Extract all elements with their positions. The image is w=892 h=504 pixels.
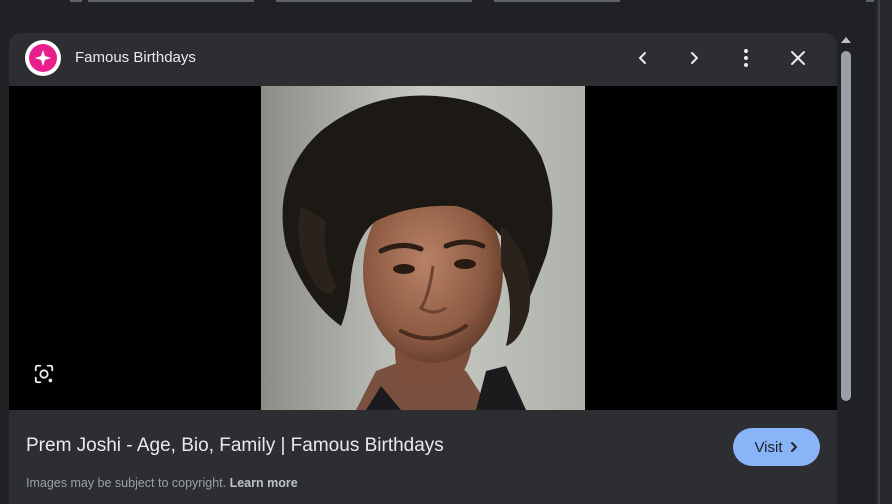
scrollbar-track: [878, 0, 880, 504]
chevron-left-icon: [639, 52, 646, 64]
chevron-right-icon: [789, 441, 799, 453]
close-icon: [791, 51, 805, 65]
google-lens-icon: [34, 364, 54, 384]
result-title[interactable]: Prem Joshi - Age, Bio, Family | Famous B…: [26, 435, 444, 457]
search-image-button[interactable]: [31, 361, 57, 387]
page-scrollbar[interactable]: [876, 0, 892, 504]
scroll-up-arrow-icon[interactable]: [840, 35, 852, 45]
preview-header: Famous Birthdays: [9, 33, 837, 86]
close-button[interactable]: [783, 43, 813, 73]
next-button[interactable]: [679, 43, 709, 73]
more-vertical-icon: [744, 49, 748, 67]
sparkle-star-icon: [29, 44, 57, 72]
chevron-right-icon: [691, 52, 698, 64]
learn-more-link[interactable]: Learn more: [230, 476, 298, 490]
copyright-notice: Images may be subject to copyright. Lear…: [26, 476, 298, 490]
scrollbar-thumb[interactable]: [841, 51, 851, 401]
panel-scrollbar[interactable]: [838, 33, 854, 504]
copyright-text: Images may be subject to copyright.: [26, 476, 227, 490]
site-logo[interactable]: [25, 40, 61, 76]
image-viewer: [9, 86, 837, 410]
top-edge: [0, 0, 892, 2]
image-preview-panel: Famous Birthdays Prem Joshi - Age, Bio, …: [9, 33, 837, 504]
more-options-button[interactable]: [731, 43, 761, 73]
site-name[interactable]: Famous Birthdays: [75, 49, 196, 66]
visit-button[interactable]: Visit: [733, 428, 820, 466]
preview-image[interactable]: [261, 86, 585, 410]
previous-button[interactable]: [628, 43, 658, 73]
visit-label: Visit: [754, 438, 783, 456]
